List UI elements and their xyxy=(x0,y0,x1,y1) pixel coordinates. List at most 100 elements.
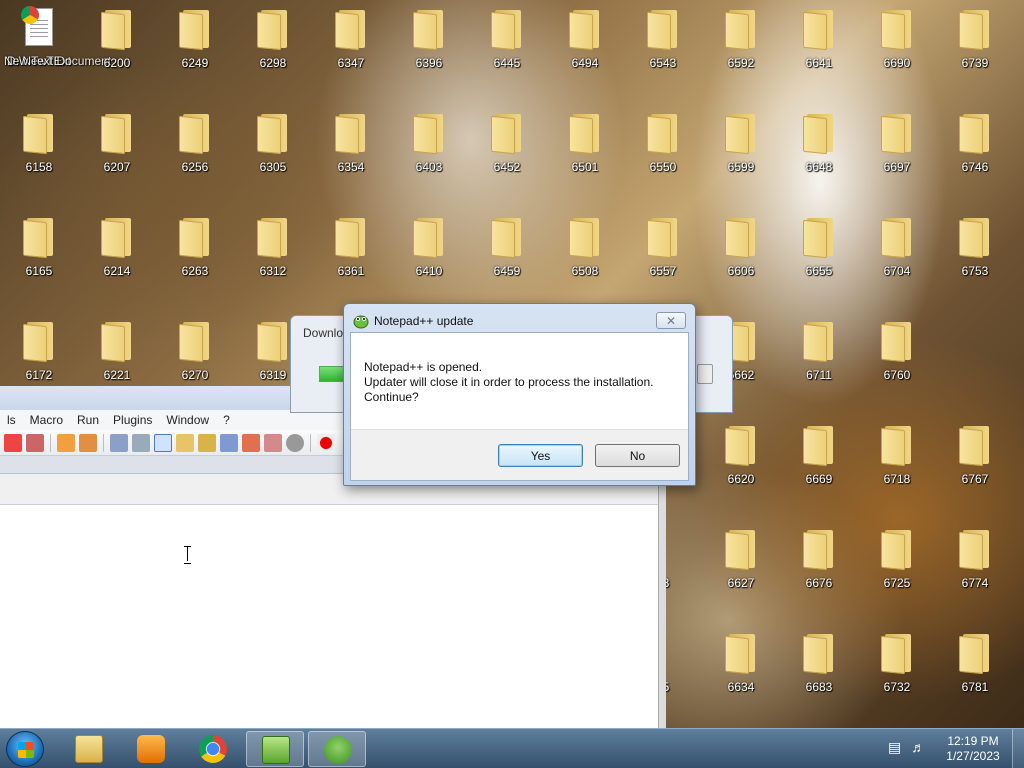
desktop-folder[interactable]: 6452 xyxy=(472,104,542,194)
desktop-folder[interactable]: 6753 xyxy=(940,208,1010,298)
menu-item-window[interactable]: Window xyxy=(159,413,216,427)
desktop-folder[interactable]: 6494 xyxy=(550,0,620,90)
desktop-folder[interactable]: 6697 xyxy=(862,104,932,194)
desktop-folder[interactable]: 6214 xyxy=(82,208,152,298)
folder-icon xyxy=(803,632,835,675)
close-button[interactable]: ✕ xyxy=(656,312,686,329)
desktop-folder[interactable]: 6501 xyxy=(550,104,620,194)
desktop-folder[interactable]: 6739 xyxy=(940,0,1010,90)
show-all-characters-icon[interactable] xyxy=(132,433,150,452)
find-icon[interactable] xyxy=(26,433,44,452)
desktop-folder[interactable]: 6690 xyxy=(862,0,932,90)
start-button[interactable] xyxy=(6,731,44,767)
desktop-icon-label: 6305 xyxy=(259,160,287,174)
user-language-icon[interactable] xyxy=(176,433,194,452)
folder-icon xyxy=(413,216,445,259)
desktop-folder[interactable]: 6445 xyxy=(472,0,542,90)
menu-item-plugins[interactable]: Plugins xyxy=(106,413,159,427)
desktop-folder[interactable]: 6347 xyxy=(316,0,386,90)
folder-workspace-icon[interactable] xyxy=(242,433,260,452)
downloader-button[interactable] xyxy=(697,364,713,384)
desktop-folder[interactable]: 6655 xyxy=(784,208,854,298)
desktop-folder[interactable]: 6165 xyxy=(4,208,74,298)
desktop-folder[interactable]: 6620 xyxy=(706,416,776,506)
desktop-folder[interactable]: 6410 xyxy=(394,208,464,298)
desktop-icon-new-text-document[interactable]: D:\NewTExt New Text Document xyxy=(4,0,111,90)
folder-icon xyxy=(959,8,991,51)
desktop-folder[interactable]: 6683 xyxy=(784,624,854,714)
toolbar-separator xyxy=(103,433,104,452)
desktop-folder[interactable]: 6627 xyxy=(706,520,776,610)
menu-item-run[interactable]: Run xyxy=(70,413,106,427)
desktop-folder[interactable]: 6760 xyxy=(862,312,932,402)
desktop-folder[interactable]: 6158 xyxy=(4,104,74,194)
desktop-folder[interactable]: 6704 xyxy=(862,208,932,298)
desktop-folder[interactable]: 6641 xyxy=(784,0,854,90)
desktop-folder[interactable]: 6263 xyxy=(160,208,230,298)
network-icon[interactable]: ▤ xyxy=(888,739,901,756)
yes-button[interactable]: Yes xyxy=(498,444,583,467)
desktop-folder[interactable]: 6648 xyxy=(784,104,854,194)
desktop-folder[interactable]: 6396 xyxy=(394,0,464,90)
desktop-icon-label: 6158 xyxy=(25,160,53,174)
menu-item-tools[interactable]: ls xyxy=(0,413,23,427)
desktop-folder[interactable]: 6592 xyxy=(706,0,776,90)
desktop-folder[interactable]: 6774 xyxy=(940,520,1010,610)
indent-guide-icon[interactable] xyxy=(154,433,172,452)
desktop-folder[interactable]: 6669 xyxy=(784,416,854,506)
folder-icon xyxy=(179,112,211,155)
replace-icon[interactable] xyxy=(4,433,22,452)
menu-item-macro[interactable]: Macro xyxy=(23,413,70,427)
desktop-folder[interactable]: 6767 xyxy=(940,416,1010,506)
desktop-folder[interactable]: 6543 xyxy=(628,0,698,90)
word-wrap-icon[interactable] xyxy=(110,433,128,452)
desktop-folder[interactable]: 6606 xyxy=(706,208,776,298)
desktop-folder[interactable]: 6711 xyxy=(784,312,854,402)
desktop-folder[interactable]: 6298 xyxy=(238,0,308,90)
desktop-folder[interactable]: 6207 xyxy=(82,104,152,194)
taskbar-file-explorer[interactable] xyxy=(60,731,118,767)
desktop-folder[interactable]: 6200 xyxy=(82,0,152,90)
desktop-folder[interactable]: 6599 xyxy=(706,104,776,194)
desktop-folder[interactable]: 6459 xyxy=(472,208,542,298)
desktop-folder[interactable]: 6781 xyxy=(940,624,1010,714)
taskbar-media-player[interactable] xyxy=(122,731,180,767)
volume-icon[interactable]: ♬ xyxy=(911,739,925,756)
doc-map-icon[interactable] xyxy=(198,433,216,452)
desktop-folder[interactable]: 6557 xyxy=(628,208,698,298)
ibeam-cursor-icon xyxy=(184,546,192,564)
no-button[interactable]: No xyxy=(595,444,680,467)
function-list-icon[interactable] xyxy=(220,433,238,452)
desktop-folder[interactable]: 6354 xyxy=(316,104,386,194)
start-recording-icon[interactable] xyxy=(317,433,335,452)
show-desktop-button[interactable] xyxy=(1012,729,1024,768)
monitoring-icon[interactable] xyxy=(264,433,282,452)
taskbar-updater[interactable] xyxy=(308,731,366,767)
desktop-folder[interactable]: 6718 xyxy=(862,416,932,506)
text-editor-area[interactable] xyxy=(0,504,658,728)
record-macro-icon[interactable] xyxy=(286,433,304,452)
taskbar-chrome[interactable] xyxy=(184,731,242,767)
desktop-folder[interactable]: 6725 xyxy=(862,520,932,610)
desktop-folder[interactable]: 6403 xyxy=(394,104,464,194)
desktop-folder[interactable]: 6256 xyxy=(160,104,230,194)
desktop-folder[interactable]: 6305 xyxy=(238,104,308,194)
vertical-scrollbar[interactable] xyxy=(658,486,666,728)
zoom-out-icon[interactable] xyxy=(79,433,97,452)
menu-item-help[interactable]: ? xyxy=(216,413,237,427)
taskbar-notepad-plus-plus[interactable] xyxy=(246,731,304,767)
desktop-folder[interactable]: 6746 xyxy=(940,104,1010,194)
desktop-folder[interactable]: 6634 xyxy=(706,624,776,714)
desktop-folder[interactable]: 6732 xyxy=(862,624,932,714)
desktop-folder[interactable]: 6249 xyxy=(160,0,230,90)
desktop-folder[interactable]: 6508 xyxy=(550,208,620,298)
zoom-in-icon[interactable] xyxy=(57,433,75,452)
desktop-icon-label: 6760 xyxy=(883,368,911,382)
desktop-folder[interactable]: 6676 xyxy=(784,520,854,610)
dialog-button-bar: Yes No xyxy=(351,429,688,480)
desktop-folder[interactable]: 6550 xyxy=(628,104,698,194)
message-line: Notepad++ is opened. xyxy=(364,360,483,374)
desktop-folder[interactable]: 6312 xyxy=(238,208,308,298)
clock[interactable]: 12:19 PM 1/27/2023 xyxy=(940,734,1006,764)
desktop-folder[interactable]: 6361 xyxy=(316,208,386,298)
